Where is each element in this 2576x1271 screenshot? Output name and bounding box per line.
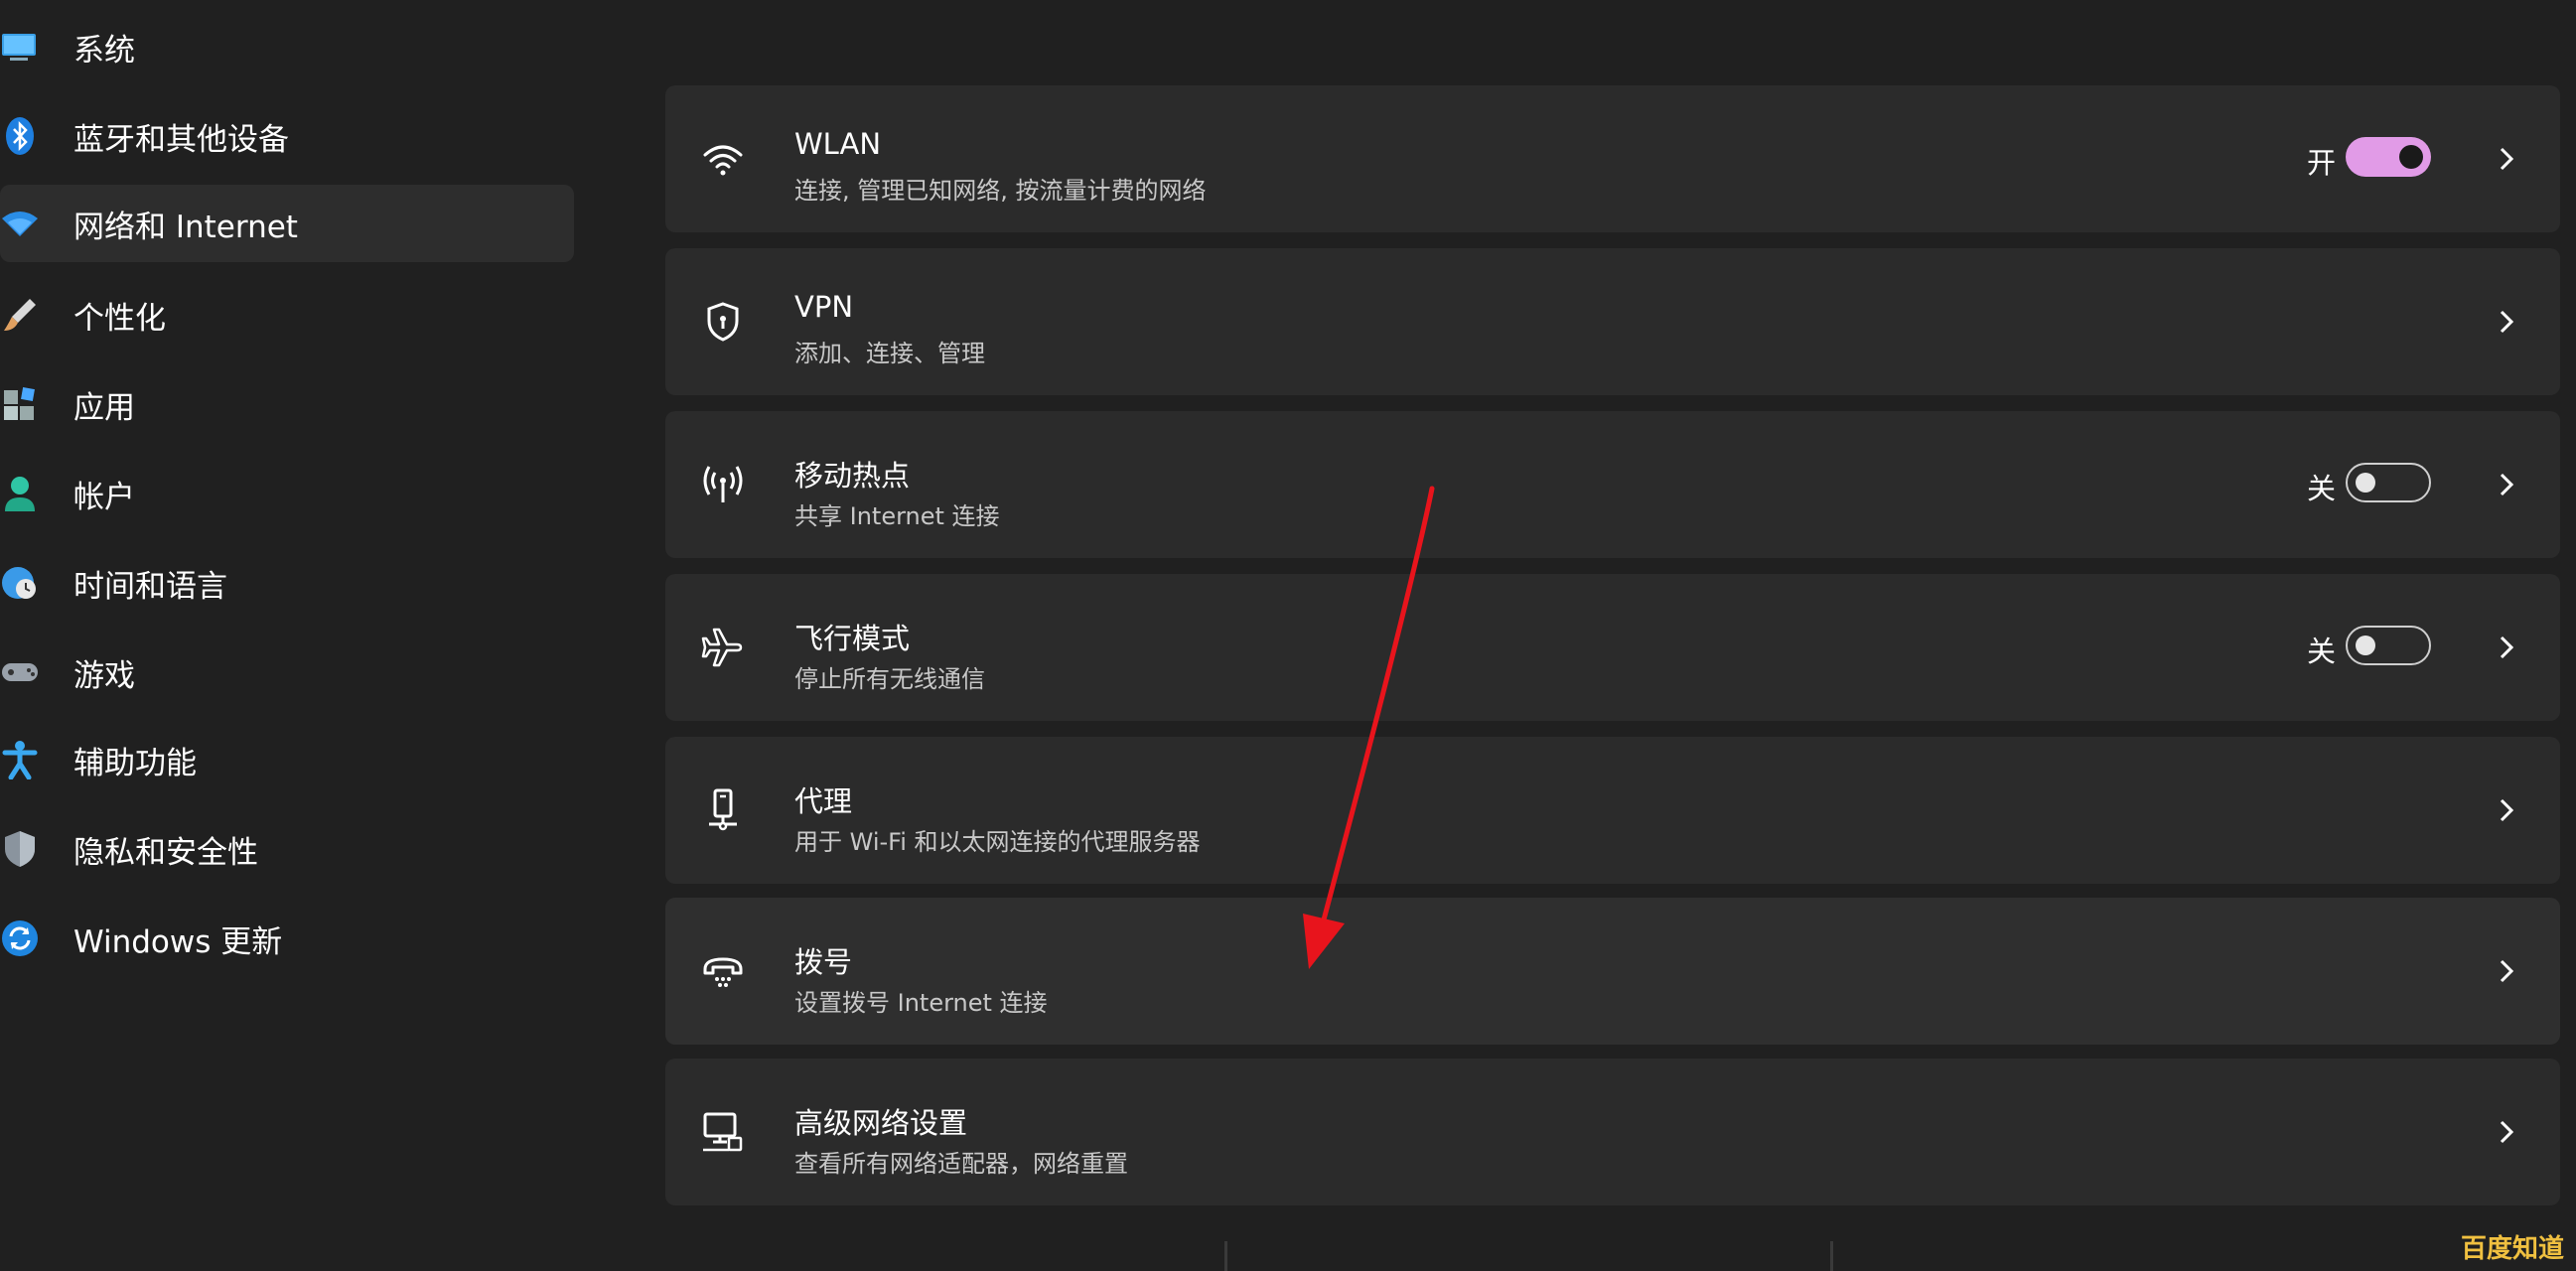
card-title: 飞行模式	[794, 622, 911, 655]
chevron-right-icon	[2500, 636, 2514, 659]
sidebar-item-label: 个性化	[73, 300, 166, 337]
chevron-right-icon	[2500, 1120, 2514, 1144]
chevron-right-icon	[2500, 473, 2514, 496]
airplane-mode-card[interactable]: 飞行模式 停止所有无线通信 关	[665, 574, 2560, 721]
sidebar-item-network[interactable]: 网络和 Internet	[0, 185, 574, 262]
toggle-state-label: 关	[2306, 472, 2336, 505]
card-title: 移动热点	[794, 459, 911, 493]
dialup-icon	[697, 945, 749, 997]
chevron-right-icon	[2500, 147, 2514, 171]
toggle-state-label: 开	[2306, 146, 2336, 180]
wifi-icon	[697, 133, 749, 185]
sidebar-item-label: 系统	[73, 32, 135, 69]
chevron-right-icon	[2500, 310, 2514, 334]
airplane-mode-toggle[interactable]	[2346, 626, 2431, 665]
card-subtitle: 查看所有网络适配器，网络重置	[794, 1150, 1128, 1178]
sidebar-item-gaming[interactable]: 游戏	[0, 634, 574, 711]
sidebar-item-label: 辅助功能	[73, 745, 197, 781]
card-title: 拨号	[794, 945, 853, 979]
sidebar-item-windows-update[interactable]: Windows 更新	[0, 900, 574, 977]
account-icon	[0, 474, 40, 513]
brush-icon	[0, 295, 40, 335]
scroll-divider	[1830, 1241, 1833, 1271]
monitor-icon	[0, 27, 40, 67]
sidebar-item-label: 应用	[73, 389, 135, 426]
card-title: VPN	[794, 290, 854, 324]
sidebar-item-label: 蓝牙和其他设备	[73, 121, 289, 158]
proxy-settings-card[interactable]: 代理 用于 Wi-Fi 和以太网连接的代理服务器	[665, 737, 2560, 884]
vpn-shield-icon	[697, 296, 749, 348]
sidebar-item-time-language[interactable]: 时间和语言	[0, 544, 574, 622]
dialup-settings-card[interactable]: 拨号 设置拨号 Internet 连接	[665, 898, 2560, 1045]
sidebar-item-system[interactable]: 系统	[0, 8, 574, 85]
vpn-settings-card[interactable]: VPN 添加、连接、管理	[665, 248, 2560, 395]
scroll-divider	[1224, 1241, 1227, 1271]
card-subtitle: 添加、连接、管理	[794, 340, 985, 367]
globe-clock-icon	[0, 563, 40, 603]
wlan-toggle[interactable]	[2346, 137, 2431, 177]
sidebar-nav: 系统 蓝牙和其他设备 网络和 Internet 个性化 应用 帐户 时间和语言 …	[0, 0, 586, 1271]
watermark: 百度知道	[2460, 1234, 2564, 1264]
chevron-right-icon	[2500, 959, 2514, 983]
card-subtitle: 连接, 管理已知网络, 按流量计费的网络	[794, 177, 1207, 205]
wlan-settings-card[interactable]: WLAN 连接, 管理已知网络, 按流量计费的网络 开	[665, 85, 2560, 232]
card-title: 代理	[794, 784, 853, 818]
chevron-right-icon	[2500, 798, 2514, 822]
card-subtitle: 设置拨号 Internet 连接	[794, 989, 1048, 1017]
update-icon	[0, 918, 40, 958]
proxy-icon	[697, 784, 749, 836]
card-title: WLAN	[794, 127, 882, 161]
sidebar-item-accessibility[interactable]: 辅助功能	[0, 721, 574, 798]
sidebar-item-label: 游戏	[73, 657, 135, 694]
hotspot-icon	[697, 459, 749, 510]
sidebar-item-personalization[interactable]: 个性化	[0, 276, 574, 353]
sidebar-item-apps[interactable]: 应用	[0, 365, 574, 443]
sidebar-item-bluetooth[interactable]: 蓝牙和其他设备	[0, 97, 574, 175]
sidebar-item-label: 时间和语言	[73, 568, 227, 605]
wifi-icon	[0, 204, 40, 243]
hotspot-toggle[interactable]	[2346, 463, 2431, 502]
network-adapter-icon	[697, 1106, 749, 1158]
toggle-state-label: 关	[2306, 635, 2336, 668]
gamepad-icon	[0, 652, 40, 692]
advanced-network-settings-card[interactable]: 高级网络设置 查看所有网络适配器，网络重置	[665, 1059, 2560, 1205]
sidebar-item-accounts[interactable]: 帐户	[0, 455, 574, 532]
mobile-hotspot-card[interactable]: 移动热点 共享 Internet 连接 关	[665, 411, 2560, 558]
sidebar-item-label: 隐私和安全性	[73, 834, 258, 871]
card-subtitle: 用于 Wi-Fi 和以太网连接的代理服务器	[794, 828, 1201, 856]
sidebar-item-label: Windows 更新	[73, 923, 283, 960]
bluetooth-icon	[0, 116, 40, 156]
card-subtitle: 共享 Internet 连接	[794, 502, 1000, 530]
card-subtitle: 停止所有无线通信	[794, 665, 985, 693]
card-title: 高级网络设置	[794, 1106, 968, 1140]
accessibility-icon	[0, 740, 40, 779]
airplane-icon	[697, 622, 749, 673]
sidebar-item-label: 网络和 Internet	[73, 209, 298, 245]
sidebar-item-privacy[interactable]: 隐私和安全性	[0, 810, 574, 888]
apps-icon	[0, 384, 40, 424]
sidebar-item-label: 帐户	[73, 479, 135, 515]
shield-icon	[0, 829, 40, 869]
